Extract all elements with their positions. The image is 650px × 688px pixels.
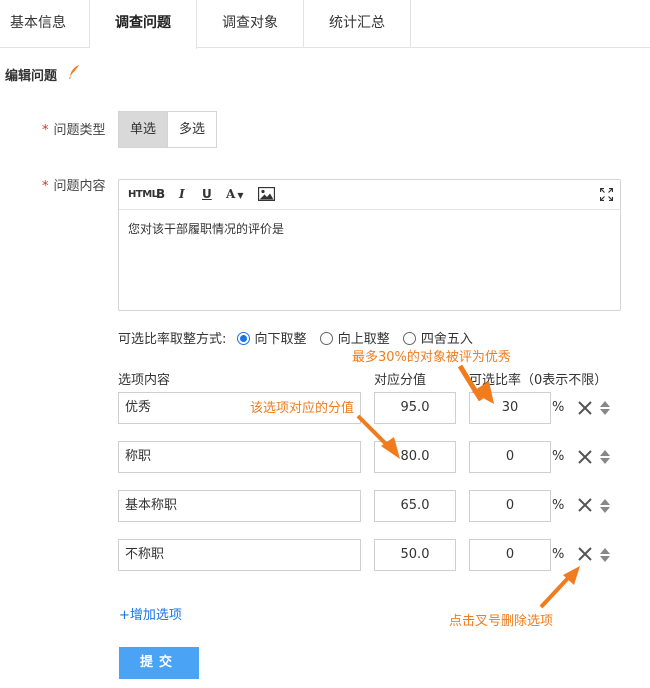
submit-button[interactable]: 提交 xyxy=(119,647,199,679)
option-ratio-input[interactable]: 0 xyxy=(469,490,551,522)
question-type-label: * 问题类型 xyxy=(42,119,106,138)
option-score-input[interactable]: 65.0 xyxy=(374,490,456,522)
radio-unchecked-icon xyxy=(402,332,416,345)
option-name-input[interactable]: 不称职 xyxy=(118,539,361,571)
fullscreen-icon[interactable] xyxy=(600,188,613,201)
delete-option-icon[interactable] xyxy=(577,546,593,562)
radio-checked-icon xyxy=(236,332,250,345)
arrow-to-delete-icon xyxy=(539,574,572,609)
feather-edit-icon xyxy=(69,65,80,79)
annotation-score-note: 该选项对应的分值 xyxy=(250,401,355,416)
font-color-button[interactable]: A ▼ xyxy=(226,187,243,201)
annotation-delete-note: 点击叉号删除选项 xyxy=(449,614,554,629)
tab-basic-info[interactable]: 基本信息 xyxy=(0,0,90,48)
multi-choice-button[interactable]: 多选 xyxy=(167,111,217,148)
delete-option-icon[interactable] xyxy=(577,497,593,513)
option-ratio-input[interactable]: 30 xyxy=(469,392,551,424)
single-choice-button[interactable]: 单选 xyxy=(118,111,168,148)
column-header-ratio: 可选比率（0表示不限） xyxy=(469,373,608,388)
option-name-input[interactable]: 称职 xyxy=(118,441,361,473)
percent-sign: % xyxy=(552,400,565,415)
radio-label: 向上取整 xyxy=(337,332,390,347)
radio-round-half[interactable]: 四舍五入 xyxy=(402,328,473,347)
column-header-score: 对应分值 xyxy=(374,373,427,388)
sort-handle-icon[interactable] xyxy=(599,498,611,514)
arrowhead-icon xyxy=(563,566,580,585)
percent-sign: % xyxy=(552,498,565,513)
option-score-input[interactable]: 95.0 xyxy=(374,392,456,424)
delete-option-icon[interactable] xyxy=(577,449,593,465)
sort-handle-icon[interactable] xyxy=(599,547,611,563)
radio-label: 四舍五入 xyxy=(420,332,473,347)
required-mark: * xyxy=(42,179,49,194)
required-mark: * xyxy=(42,123,49,138)
question-content-text: 问题内容 xyxy=(53,179,106,194)
option-ratio-input[interactable]: 0 xyxy=(469,441,551,473)
rounding-label: 可选比率取整方式: xyxy=(118,332,227,347)
caret-down-icon: ▼ xyxy=(237,190,244,200)
editor-content[interactable]: 您对该干部履职情况的评价是 xyxy=(119,210,620,247)
radio-round-up[interactable]: 向上取整 xyxy=(319,328,390,347)
question-type-text: 问题类型 xyxy=(53,123,106,138)
tab-statistics[interactable]: 统计汇总 xyxy=(304,0,411,48)
editor-toolbar: HTML B I U A ▼ xyxy=(119,180,620,210)
option-ratio-input[interactable]: 0 xyxy=(469,539,551,571)
percent-sign: % xyxy=(552,547,565,562)
radio-label: 向下取整 xyxy=(254,332,307,347)
html-source-button[interactable]: HTML xyxy=(128,189,158,200)
radio-unchecked-icon xyxy=(319,332,333,345)
italic-button[interactable]: I xyxy=(179,187,185,201)
option-score-input[interactable]: 80.0 xyxy=(374,441,456,473)
option-name-input[interactable]: 基本称职 xyxy=(118,490,361,522)
column-header-option: 选项内容 xyxy=(118,373,171,388)
bold-button[interactable]: B xyxy=(156,187,165,201)
delete-option-icon[interactable] xyxy=(577,400,593,416)
underline-button[interactable]: U xyxy=(202,187,212,201)
add-option-link[interactable]: +增加选项 xyxy=(119,604,182,623)
section-title: 编辑问题 xyxy=(5,69,58,84)
option-score-input[interactable]: 50.0 xyxy=(374,539,456,571)
rich-text-editor: HTML B I U A ▼ 您对该干部履职情况的评价是 xyxy=(118,179,621,311)
question-content-label: * 问题内容 xyxy=(42,175,106,194)
tab-survey-targets[interactable]: 调查对象 xyxy=(197,0,304,48)
radio-round-down[interactable]: 向下取整 xyxy=(236,328,307,347)
image-icon[interactable] xyxy=(258,187,275,201)
annotation-ratio-note: 最多30%的对象被评为优秀 xyxy=(352,350,511,365)
rounding-mode: 可选比率取整方式: 向下取整 向上取整 四舍五入 xyxy=(118,328,482,347)
sort-handle-icon[interactable] xyxy=(599,400,611,416)
tab-bar: 基本信息 调查问题 调查对象 统计汇总 xyxy=(0,0,650,49)
font-color-glyph: A xyxy=(226,187,236,201)
sort-handle-icon[interactable] xyxy=(599,449,611,465)
percent-sign: % xyxy=(552,449,565,464)
tab-survey-questions[interactable]: 调查问题 xyxy=(90,0,197,49)
